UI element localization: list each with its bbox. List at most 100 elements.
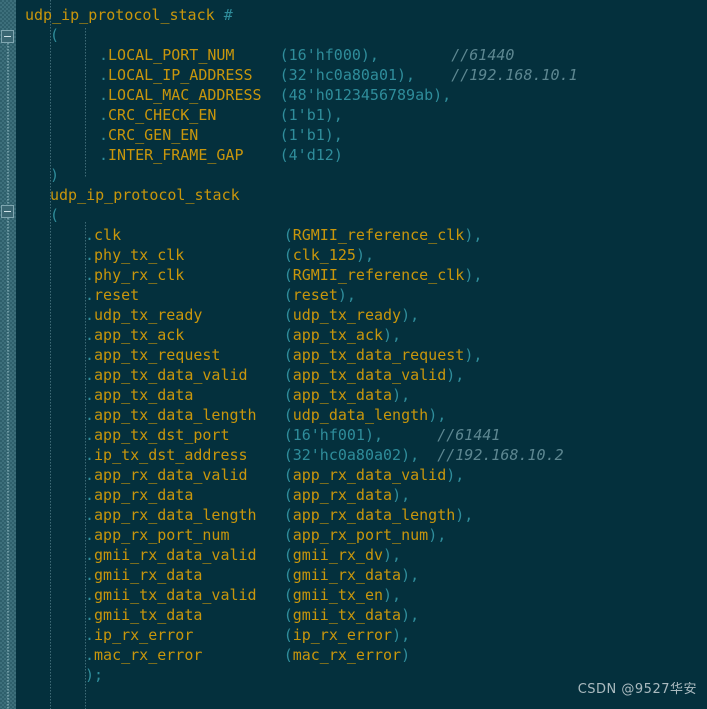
code-token-ident: app_tx_data_length bbox=[94, 406, 257, 424]
code-token-punct: ( bbox=[283, 626, 293, 644]
code-line[interactable]: .CRC_CHECK_EN (1'b1), bbox=[16, 105, 707, 125]
code-token-ident: app_tx_data bbox=[292, 386, 393, 404]
code-token-punct: ( bbox=[283, 246, 293, 264]
code-line[interactable]: udp_ip_protocol_stack bbox=[16, 185, 707, 205]
code-token-punct: . bbox=[85, 526, 95, 544]
code-token-ident: udp_ip_protocol_stack bbox=[50, 186, 240, 204]
code-line[interactable]: .app_rx_data (app_rx_data), bbox=[16, 485, 707, 505]
code-line[interactable]: .app_rx_port_num (app_rx_port_num), bbox=[16, 525, 707, 545]
code-token-punct: . bbox=[99, 146, 109, 164]
code-line[interactable]: .app_tx_ack (app_tx_ack), bbox=[16, 325, 707, 345]
code-token-ident: ip_tx_dst_address bbox=[94, 446, 248, 464]
code-line[interactable]: .gmii_tx_data (gmii_tx_data), bbox=[16, 605, 707, 625]
code-line[interactable]: .app_rx_data_valid (app_rx_data_valid), bbox=[16, 465, 707, 485]
code-token-punct: ), bbox=[392, 626, 411, 644]
code-line[interactable]: .CRC_GEN_EN (1'b1), bbox=[16, 125, 707, 145]
code-token-punct: ) bbox=[50, 166, 60, 184]
code-token-punct: ( bbox=[279, 146, 289, 164]
code-line[interactable]: .gmii_rx_data_valid (gmii_rx_dv), bbox=[16, 545, 707, 565]
code-token-punct: ( bbox=[283, 566, 293, 584]
code-token-punct: . bbox=[85, 566, 95, 584]
code-token-literal: 1'b1 bbox=[288, 126, 325, 144]
code-token-punct: ( bbox=[283, 226, 293, 244]
fold-marker-port-block[interactable] bbox=[1, 205, 14, 218]
code-token-ident: ip_rx_error bbox=[292, 626, 393, 644]
code-line[interactable]: .mac_rx_error (mac_rx_error) bbox=[16, 645, 707, 665]
code-token-ident: LOCAL_IP_ADDRESS bbox=[108, 66, 253, 84]
code-token-punct: . bbox=[85, 626, 95, 644]
code-token-punct: ), bbox=[446, 466, 465, 484]
code-line[interactable]: .app_tx_dst_port (16'hf001), //61441 bbox=[16, 425, 707, 445]
code-token-punct: ( bbox=[283, 366, 293, 384]
code-token-ident: phy_rx_clk bbox=[94, 266, 185, 284]
code-token-punct: ), bbox=[337, 286, 356, 304]
code-line[interactable]: .app_tx_data_length (udp_data_length), bbox=[16, 405, 707, 425]
code-line[interactable]: .app_tx_data_valid (app_tx_data_valid), bbox=[16, 365, 707, 385]
code-token-ident: app_tx_ack bbox=[292, 326, 384, 344]
code-token-comment: //192.168.10.1 bbox=[451, 66, 578, 84]
code-token-punct: ), bbox=[464, 266, 483, 284]
code-token-literal: 16'hf001 bbox=[292, 426, 365, 444]
code-token-punct: ), bbox=[355, 246, 374, 264]
code-token-punct: . bbox=[85, 366, 95, 384]
code-line[interactable]: .LOCAL_MAC_ADDRESS (48'h0123456789ab), bbox=[16, 85, 707, 105]
code-line[interactable]: .phy_rx_clk (RGMII_reference_clk), bbox=[16, 265, 707, 285]
code-token-punct: . bbox=[85, 266, 95, 284]
code-token-punct: ( bbox=[283, 326, 293, 344]
code-token-punct: . bbox=[99, 86, 109, 104]
code-token-punct: ( bbox=[283, 386, 293, 404]
code-token-punct: . bbox=[85, 646, 95, 664]
code-token-punct: ), bbox=[383, 586, 402, 604]
code-line[interactable]: .reset (reset), bbox=[16, 285, 707, 305]
code-token-punct: ( bbox=[283, 646, 293, 664]
code-line[interactable]: ( bbox=[16, 205, 707, 225]
code-surface[interactable]: udp_ip_protocol_stack #(.LOCAL_PORT_NUM … bbox=[16, 0, 707, 709]
fold-gutter[interactable] bbox=[0, 0, 16, 709]
code-token-punct: ( bbox=[283, 426, 293, 444]
code-token-ident: gmii_rx_data bbox=[292, 566, 402, 584]
code-token-ident: clk_125 bbox=[292, 246, 356, 264]
code-token-ident: app_rx_data_valid bbox=[292, 466, 447, 484]
code-token-punct: . bbox=[85, 506, 95, 524]
code-line[interactable]: .app_rx_data_length (app_rx_data_length)… bbox=[16, 505, 707, 525]
code-token-ident: RGMII_reference_clk bbox=[292, 266, 465, 284]
code-line[interactable]: .gmii_tx_data_valid (gmii_tx_en), bbox=[16, 585, 707, 605]
code-token-ident: app_rx_port_num bbox=[94, 526, 230, 544]
code-line[interactable]: .ip_rx_error (ip_rx_error), bbox=[16, 625, 707, 645]
code-token-punct: . bbox=[85, 346, 95, 364]
code-line[interactable]: .clk (RGMII_reference_clk), bbox=[16, 225, 707, 245]
code-line[interactable]: .phy_tx_clk (clk_125), bbox=[16, 245, 707, 265]
code-token-ident: app_rx_data bbox=[292, 486, 393, 504]
code-line[interactable]: ( bbox=[16, 25, 707, 45]
code-token-ident: app_tx_data_valid bbox=[94, 366, 248, 384]
fold-marker-parameter-block[interactable] bbox=[1, 30, 14, 43]
code-lines[interactable]: udp_ip_protocol_stack #(.LOCAL_PORT_NUM … bbox=[16, 0, 707, 685]
code-token-ident: udp_tx_ready bbox=[94, 306, 203, 324]
code-token-ident: gmii_tx_data bbox=[292, 606, 402, 624]
code-line[interactable]: ) bbox=[16, 165, 707, 185]
code-token-literal: 48'h0123456789ab bbox=[288, 86, 434, 104]
code-line[interactable]: .app_tx_request (app_tx_data_request), bbox=[16, 345, 707, 365]
code-token-punct: ), bbox=[428, 526, 447, 544]
code-line[interactable]: udp_ip_protocol_stack # bbox=[16, 5, 707, 25]
code-line[interactable]: .LOCAL_PORT_NUM (16'hf000), //61440 bbox=[16, 45, 707, 65]
code-token-ident: INTER_FRAME_GAP bbox=[108, 146, 244, 164]
code-line[interactable]: .LOCAL_IP_ADDRESS (32'hc0a80a01), //192.… bbox=[16, 65, 707, 85]
code-token-punct: ( bbox=[279, 86, 289, 104]
code-line[interactable]: .udp_tx_ready (udp_tx_ready), bbox=[16, 305, 707, 325]
code-line[interactable]: .INTER_FRAME_GAP (4'd12) bbox=[16, 145, 707, 165]
code-line[interactable]: .app_tx_data (app_tx_data), bbox=[16, 385, 707, 405]
code-line[interactable]: .gmii_rx_data (gmii_rx_data), bbox=[16, 565, 707, 585]
code-token-ident: clk bbox=[94, 226, 122, 244]
code-token-ident: app_tx_dst_port bbox=[94, 426, 230, 444]
code-line[interactable]: .ip_tx_dst_address (32'hc0a80a02), //192… bbox=[16, 445, 707, 465]
code-token-punct: . bbox=[99, 126, 109, 144]
